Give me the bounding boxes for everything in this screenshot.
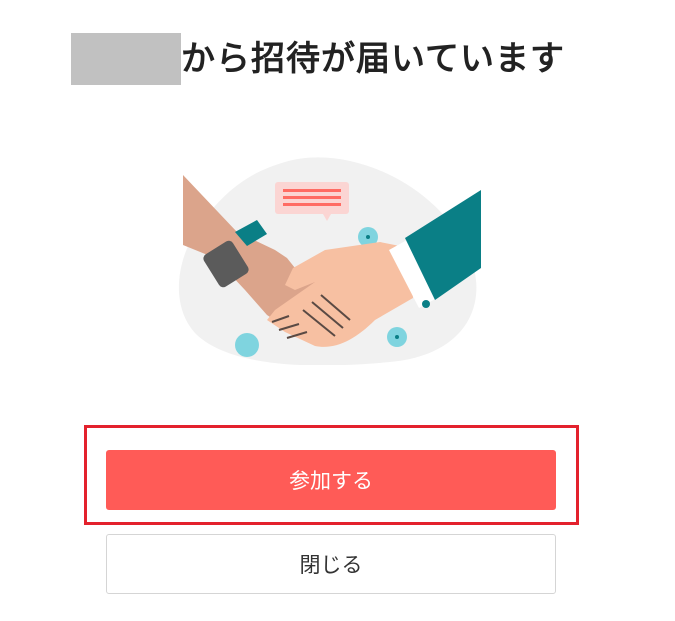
join-button[interactable]: 参加する [106, 450, 556, 510]
join-button-label: 参加する [289, 469, 373, 493]
close-button-label: 閉じる [299, 553, 363, 577]
invitation-title: から招待が届いています [71, 33, 565, 85]
handshake-illustration [179, 157, 481, 365]
invitation-title-text: から招待が届いています [181, 39, 565, 79]
decor-dot-left [235, 333, 259, 357]
redacted-inviter-name [71, 33, 181, 85]
close-button[interactable]: 閉じる [106, 534, 556, 594]
